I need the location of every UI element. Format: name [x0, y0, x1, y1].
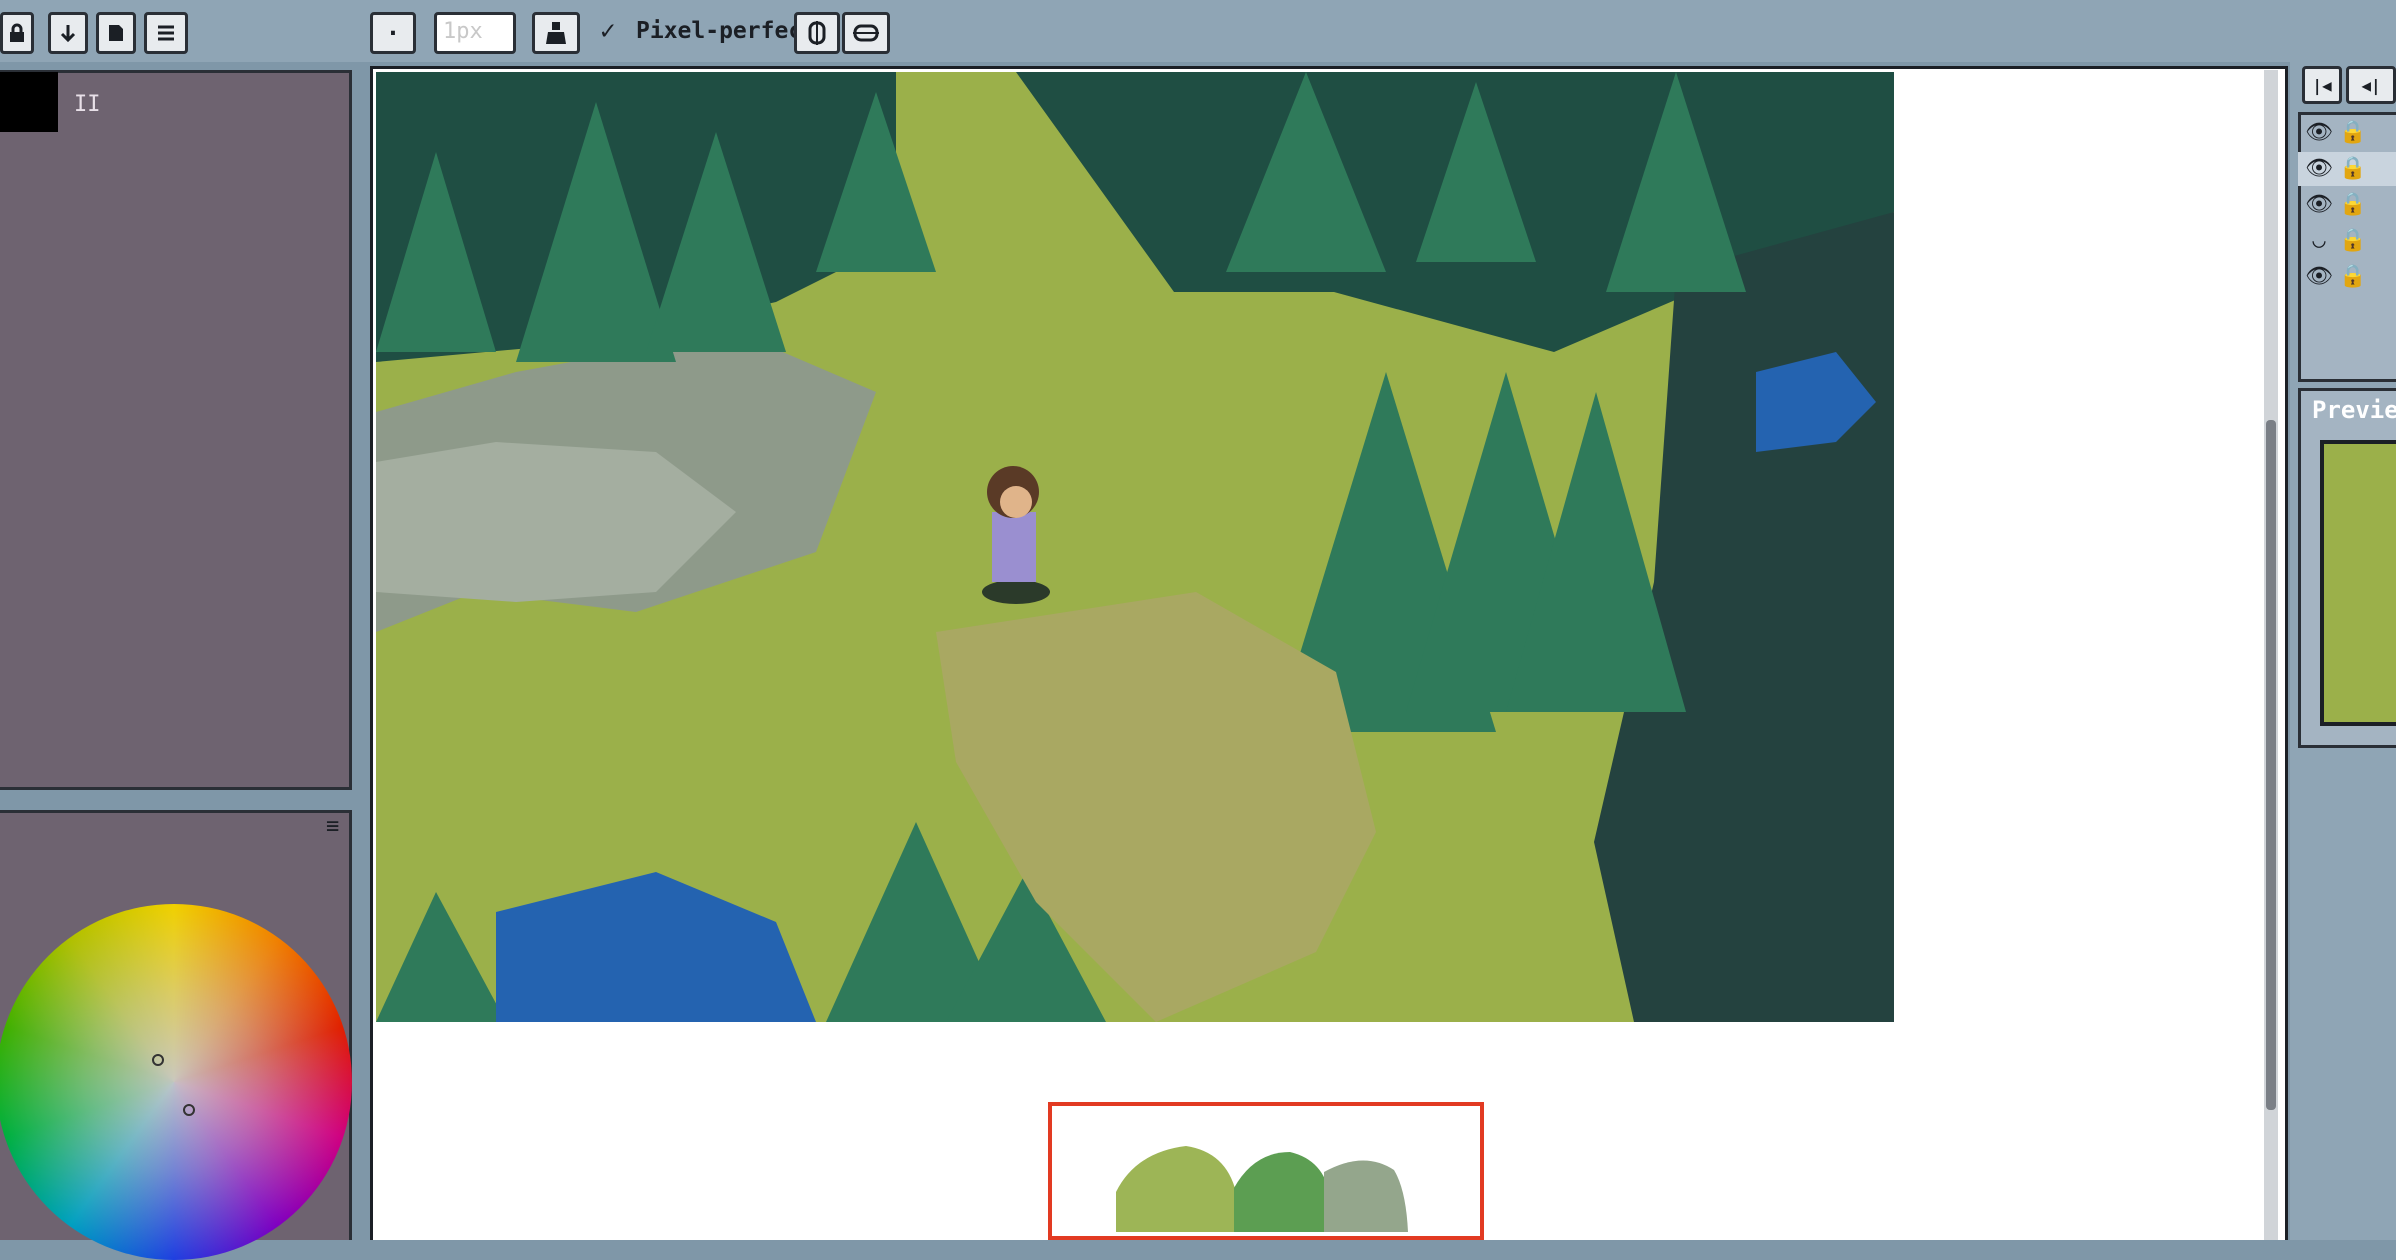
color-panel-menu-icon[interactable]: ≡ — [326, 814, 339, 839]
color-wheel[interactable] — [0, 904, 352, 1260]
first-frame-label: |◀ — [2312, 75, 2332, 95]
symmetry-vertical-icon — [808, 21, 826, 45]
symmetry-horizontal-icon — [853, 24, 879, 42]
layer-row[interactable]: 👁 🔒 — [2298, 188, 2396, 222]
document-button[interactable] — [96, 12, 136, 54]
layer-row[interactable]: 👁 🔒 — [2298, 116, 2396, 150]
menu-button[interactable] — [144, 12, 188, 54]
frame-marker: II — [74, 92, 101, 117]
previous-frame-label: ◀| — [2361, 75, 2381, 95]
eye-icon[interactable]: 👁 — [2304, 262, 2334, 292]
document-icon — [109, 25, 123, 41]
pixel-perfect-label: Pixel-perfect — [636, 18, 817, 44]
brush-size-value: 1px — [443, 19, 483, 44]
arrow-down-icon — [60, 25, 76, 43]
layer-row[interactable]: ◡ 🔒 — [2298, 224, 2396, 258]
eye-closed-icon[interactable]: ◡ — [2304, 226, 2334, 256]
current-color-swatch[interactable] — [0, 72, 58, 132]
pixel-perfect-checkbox[interactable]: ✓ — [600, 16, 616, 46]
timeline-panel — [0, 70, 352, 790]
lock-button[interactable] — [0, 12, 34, 54]
lock-icon — [10, 23, 24, 42]
symmetry-vertical-button[interactable] — [794, 12, 840, 54]
lock-icon[interactable]: 🔒 — [2338, 262, 2368, 292]
eye-icon[interactable]: 👁 — [2304, 190, 2334, 220]
menu-icon — [158, 25, 174, 41]
brush-size-input[interactable]: 1px — [434, 12, 516, 54]
color-wheel-marker[interactable] — [152, 1054, 164, 1066]
move-down-button[interactable] — [48, 12, 88, 54]
brush-dot-label: · — [385, 19, 401, 47]
lock-icon[interactable]: 🔒 — [2338, 190, 2368, 220]
preview-title: Previe — [2312, 396, 2396, 424]
lock-icon[interactable]: 🔒 — [2338, 154, 2368, 184]
canvas-vertical-scroll-thumb[interactable] — [2266, 420, 2276, 1110]
layer-row[interactable]: 👁 🔒 — [2298, 260, 2396, 294]
ink-bottle-icon — [546, 22, 566, 44]
first-frame-button[interactable]: |◀ — [2302, 66, 2342, 104]
selection-rectangle[interactable] — [1048, 1102, 1484, 1240]
preview-thumbnail[interactable] — [2320, 440, 2396, 726]
brush-type-button[interactable]: · — [370, 12, 416, 54]
eye-icon[interactable]: 👁 — [2304, 154, 2334, 184]
symmetry-horizontal-button[interactable] — [842, 12, 890, 54]
lock-icon[interactable]: 🔒 — [2338, 226, 2368, 256]
ink-button[interactable] — [532, 12, 580, 54]
selected-bush-sprites — [1116, 1146, 1408, 1232]
top-toolbar — [0, 0, 2396, 62]
previous-frame-button[interactable]: ◀| — [2346, 66, 2396, 104]
lock-icon[interactable]: 🔒 — [2338, 118, 2368, 148]
forest-scene-image — [376, 72, 1894, 1022]
eye-icon[interactable]: 👁 — [2304, 118, 2334, 148]
layer-row[interactable]: 👁 🔒 — [2298, 152, 2396, 186]
color-wheel-marker-secondary[interactable] — [183, 1104, 195, 1116]
canvas-artwork[interactable] — [376, 72, 1894, 1022]
